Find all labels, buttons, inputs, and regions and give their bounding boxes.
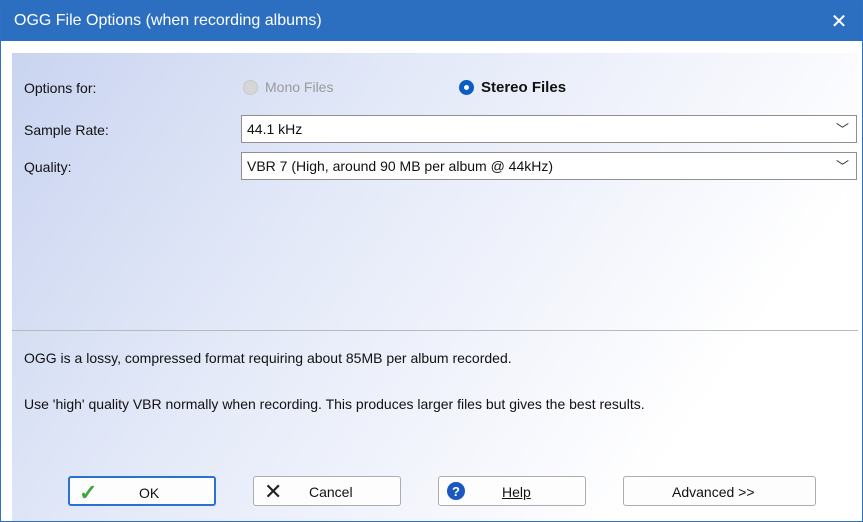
help-button[interactable]: ? Help: [438, 476, 586, 506]
advanced-button[interactable]: Advanced >>: [623, 476, 816, 506]
ok-button[interactable]: ✓ OK: [68, 476, 216, 506]
radio-dot: [243, 79, 258, 95]
ok-button-label: OK: [139, 485, 160, 501]
options-for-label: Options for:: [24, 80, 97, 96]
chevron-down-icon: ﹀: [835, 159, 849, 174]
quality-label: Quality:: [24, 159, 72, 175]
quality-value: VBR 7 (High, around 90 MB per album @ 44…: [247, 158, 554, 174]
info-line-1: OGG is a lossy, compressed format requir…: [24, 350, 512, 366]
quality-select[interactable]: VBR 7 (High, around 90 MB per album @ 44…: [241, 152, 857, 180]
close-icon[interactable]: ✕: [816, 1, 862, 41]
sample-rate-value: 44.1 kHz: [247, 121, 303, 137]
ogg-options-dialog: OGG File Options (when recording albums)…: [0, 0, 863, 522]
chevron-down-icon: ﹀: [835, 122, 849, 137]
sample-rate-select[interactable]: 44.1 kHz ﹀: [241, 115, 857, 143]
window-title: OGG File Options (when recording albums): [14, 12, 322, 29]
stereo-files-radio[interactable]: Stereo Files: [459, 79, 566, 96]
stereo-files-label: Stereo Files: [481, 79, 567, 96]
cancel-button-label: Cancel: [309, 484, 353, 500]
help-button-label: Help: [502, 484, 531, 500]
info-line-2: Use 'high' quality VBR normally when rec…: [24, 396, 645, 412]
help-icon: ?: [447, 482, 465, 500]
checkmark-icon: ✓: [79, 480, 98, 505]
radio-dot: [459, 80, 474, 95]
advanced-button-label: Advanced >>: [672, 484, 755, 500]
mono-files-label: Mono Files: [265, 79, 334, 95]
title-bar: OGG File Options (when recording albums)…: [1, 1, 862, 41]
cancel-button[interactable]: ✕ Cancel: [253, 476, 401, 506]
x-icon: ✕: [264, 479, 283, 504]
mono-files-radio[interactable]: Mono Files: [243, 79, 333, 95]
sample-rate-label: Sample Rate:: [24, 122, 109, 138]
divider: [12, 330, 858, 331]
